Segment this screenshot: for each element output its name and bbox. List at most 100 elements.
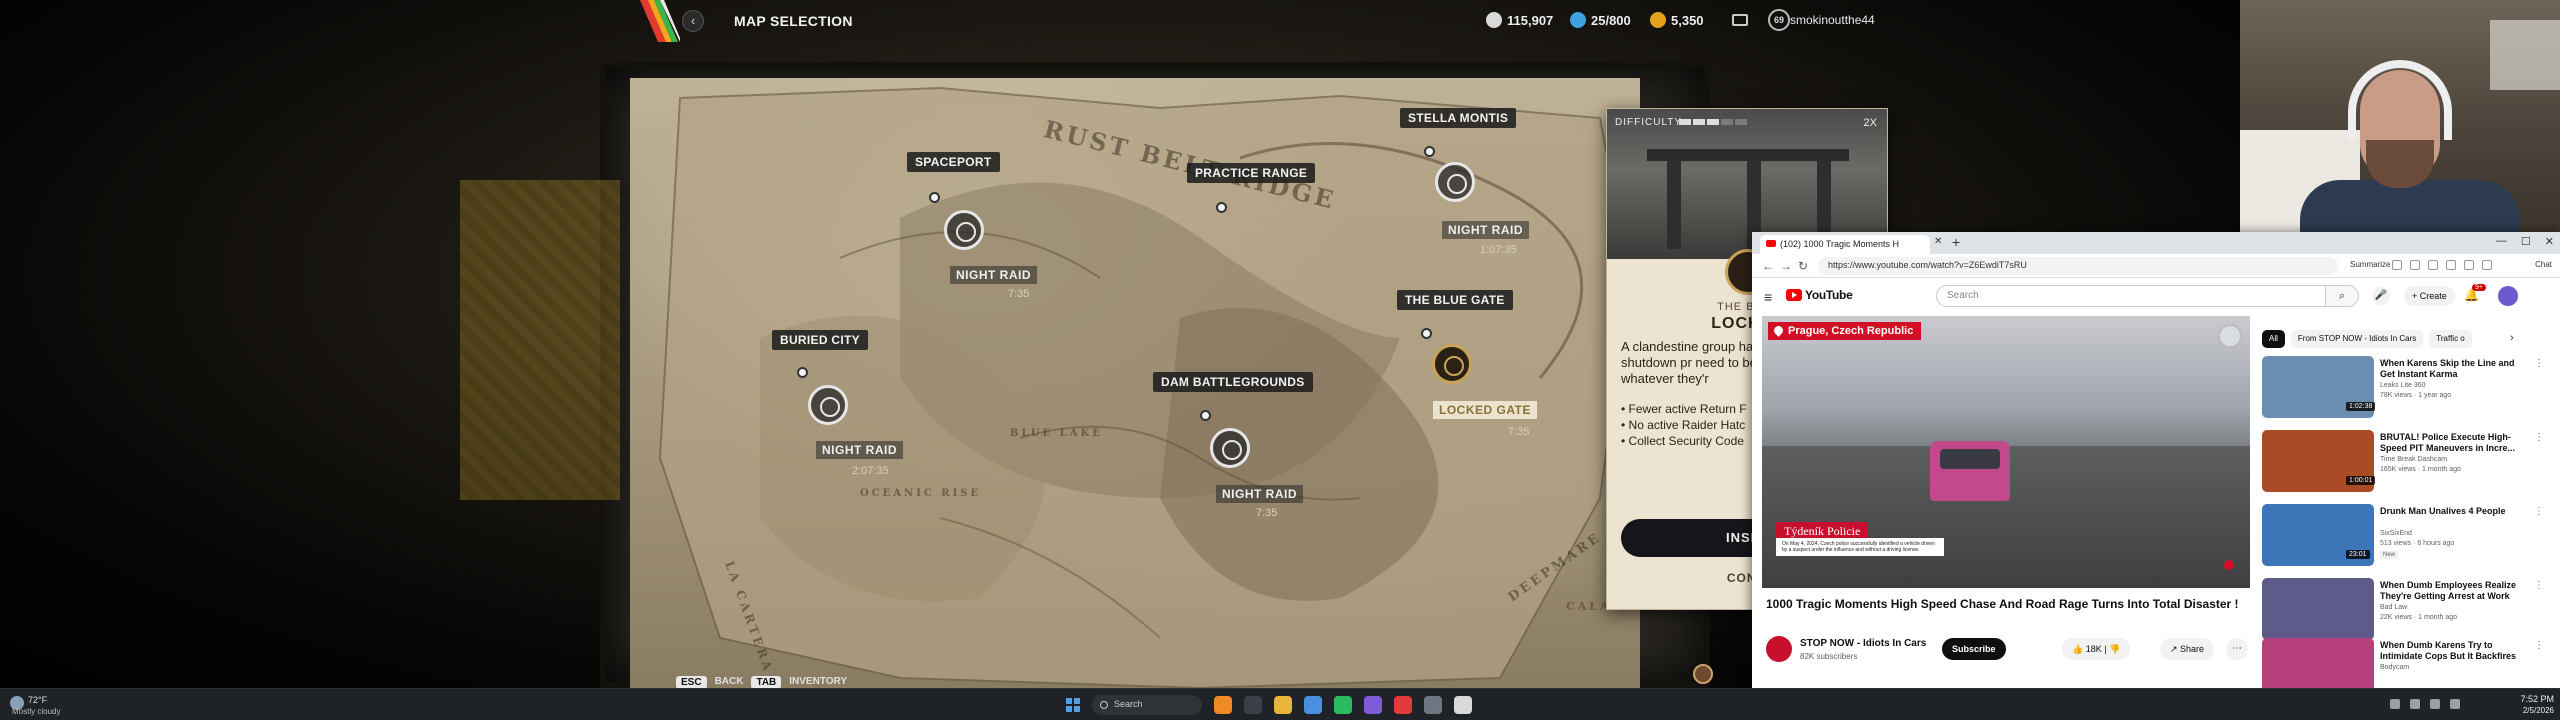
- windows-start-icon[interactable]: [1066, 698, 1080, 712]
- close-tab-icon[interactable]: ✕: [1934, 236, 1942, 247]
- file-explorer-icon[interactable]: [1274, 696, 1292, 714]
- address-bar[interactable]: https://www.youtube.com/watch?v=Z6EwdiT7…: [1818, 257, 2338, 275]
- spotify-icon[interactable]: [1334, 696, 1352, 714]
- more-options-icon[interactable]: ⋮: [2534, 580, 2544, 591]
- clock-time[interactable]: 7:52 PM: [2504, 694, 2554, 704]
- taskbar-search[interactable]: Search: [1092, 695, 1202, 715]
- network-icon[interactable]: [2410, 699, 2420, 709]
- recommendation-title[interactable]: When Karens Skip the Line and Get Instan…: [2380, 358, 2530, 380]
- hint-back[interactable]: BACK: [715, 676, 744, 688]
- discord-icon[interactable]: [1364, 696, 1382, 714]
- inbox-icon[interactable]: [1732, 14, 1748, 26]
- refresh-icon[interactable]: ↻: [1798, 259, 1808, 273]
- player-username[interactable]: smokinoutthe44: [1790, 13, 1875, 27]
- recommendation-title[interactable]: When Dumb Employees Realize They're Gett…: [2380, 580, 2530, 602]
- summarize-button[interactable]: Summarize: [2350, 260, 2390, 269]
- like-button[interactable]: 👍 18K | 👎: [2062, 638, 2131, 660]
- weather-temperature[interactable]: 72°F: [28, 695, 47, 705]
- back-button[interactable]: ‹: [682, 10, 704, 32]
- youtube-brand[interactable]: YouTube: [1805, 288, 1853, 302]
- list-item[interactable]: 1:00:01 BRUTAL! Police Execute High-Spee…: [2262, 430, 2544, 494]
- video-thumbnail[interactable]: [2262, 578, 2374, 640]
- subscriber-count: 82K subscribers: [1800, 652, 1858, 661]
- menu-icon[interactable]: ≡: [1764, 289, 1772, 305]
- location-label[interactable]: THE BLUE GATE: [1397, 290, 1513, 310]
- star-icon[interactable]: [2428, 260, 2438, 270]
- chat-button[interactable]: Chat: [2535, 260, 2552, 269]
- maximize-icon[interactable]: ☐: [2521, 235, 2531, 248]
- location-marker[interactable]: [1421, 328, 1432, 339]
- location-label[interactable]: SPACEPORT: [907, 152, 1000, 172]
- more-options-icon[interactable]: ⋮: [2534, 358, 2544, 369]
- game-app-icon[interactable]: [1394, 696, 1412, 714]
- app-icon[interactable]: [1424, 696, 1442, 714]
- close-window-icon[interactable]: ✕: [2545, 235, 2554, 248]
- subscribe-button[interactable]: Subscribe: [1942, 638, 2006, 660]
- youtube-logo-icon[interactable]: [1786, 289, 1802, 301]
- extension-icon[interactable]: [2410, 260, 2420, 270]
- app-icon[interactable]: [1454, 696, 1472, 714]
- search-input[interactable]: Search: [1936, 285, 2326, 307]
- edge-browser-icon[interactable]: [1304, 696, 1322, 714]
- thumbs-down-icon[interactable]: 👎: [2109, 644, 2120, 654]
- chevron-up-icon[interactable]: [2390, 699, 2400, 709]
- browser-tab[interactable]: (102) 1000 Tragic Moments H: [1760, 235, 1930, 254]
- chevron-right-icon[interactable]: ›: [2510, 332, 2514, 344]
- chip-from-channel[interactable]: From STOP NOW - Idiots In Cars: [2290, 330, 2424, 348]
- channel-name[interactable]: STOP NOW - Idiots In Cars: [1800, 638, 1926, 649]
- share-button[interactable]: ↗ Share: [2160, 638, 2215, 660]
- location-marker[interactable]: [797, 367, 808, 378]
- more-options-icon[interactable]: ⋮: [2534, 640, 2544, 651]
- location-marker[interactable]: [1200, 410, 1211, 421]
- hint-inventory[interactable]: INVENTORY: [789, 676, 847, 688]
- back-icon[interactable]: ←: [1762, 259, 1774, 273]
- create-button[interactable]: + Create: [2404, 286, 2455, 306]
- new-tab-icon[interactable]: +: [1952, 234, 1960, 250]
- location-label[interactable]: STELLA MONTIS: [1400, 108, 1517, 128]
- location-label[interactable]: BURIED CITY: [772, 330, 868, 350]
- video-player[interactable]: Prague, Czech Republic Týdeník Policie O…: [1762, 316, 2250, 588]
- volume-icon[interactable]: [2430, 699, 2440, 709]
- list-item[interactable]: When Dumb Karens Try to Intimidate Cops …: [2262, 638, 2544, 688]
- list-item[interactable]: 23:01 Drunk Man Unalives 4 People SixSix…: [2262, 504, 2544, 568]
- list-item[interactable]: 1:02:38 When Karens Skip the Line and Ge…: [2262, 356, 2544, 420]
- avatar[interactable]: [2498, 286, 2518, 306]
- video-thumbnail[interactable]: [2262, 638, 2374, 688]
- menu-icon[interactable]: [2464, 260, 2474, 270]
- location-marker[interactable]: [929, 192, 940, 203]
- list-item[interactable]: When Dumb Employees Realize They're Gett…: [2262, 578, 2544, 642]
- more-options-icon[interactable]: ⋮: [2534, 432, 2544, 443]
- raid-pin-icon[interactable]: [944, 210, 984, 250]
- chip-all[interactable]: All: [2262, 330, 2285, 348]
- gate-lock-icon[interactable]: [1432, 344, 1472, 384]
- location-marker[interactable]: [1424, 146, 1435, 157]
- new-badge: New: [2380, 551, 2399, 559]
- weather-description[interactable]: Mostly cloudy: [12, 707, 60, 716]
- raid-pin-icon[interactable]: [808, 385, 848, 425]
- app-icon[interactable]: [1214, 696, 1232, 714]
- recommendation-title[interactable]: Drunk Man Unalives 4 People: [2380, 506, 2530, 517]
- task-view-icon[interactable]: [1244, 696, 1262, 714]
- location-label[interactable]: PRACTICE RANGE: [1187, 163, 1316, 183]
- system-tray: [2390, 699, 2460, 709]
- extension-icon[interactable]: [2392, 260, 2402, 270]
- profile-icon[interactable]: [2446, 260, 2456, 270]
- location-marker[interactable]: [1216, 202, 1227, 213]
- location-label[interactable]: DAM BATTLEGROUNDS: [1153, 372, 1313, 392]
- settings-icon[interactable]: [2482, 260, 2492, 270]
- channel-avatar[interactable]: [1766, 636, 1792, 662]
- search-icon[interactable]: ⌕: [2325, 285, 2359, 307]
- recommendation-title[interactable]: When Dumb Karens Try to Intimidate Cops …: [2380, 640, 2530, 662]
- chip-traffic[interactable]: Traffic o: [2429, 330, 2472, 348]
- forward-icon[interactable]: →: [1780, 259, 1792, 273]
- raid-timer: 7:35: [1256, 507, 1278, 519]
- raid-pin-icon[interactable]: [1210, 428, 1250, 468]
- more-actions-icon[interactable]: ⋯: [2226, 638, 2248, 660]
- raid-pin-icon[interactable]: [1435, 162, 1475, 202]
- more-options-icon[interactable]: ⋮: [2534, 506, 2544, 517]
- clock-date[interactable]: 2/5/2026: [2504, 706, 2554, 715]
- minimize-icon[interactable]: —: [2496, 235, 2507, 248]
- battery-icon[interactable]: [2450, 699, 2460, 709]
- microphone-icon[interactable]: 🎤: [2372, 287, 2390, 305]
- recommendation-title[interactable]: BRUTAL! Police Execute High-Speed PIT Ma…: [2380, 432, 2530, 454]
